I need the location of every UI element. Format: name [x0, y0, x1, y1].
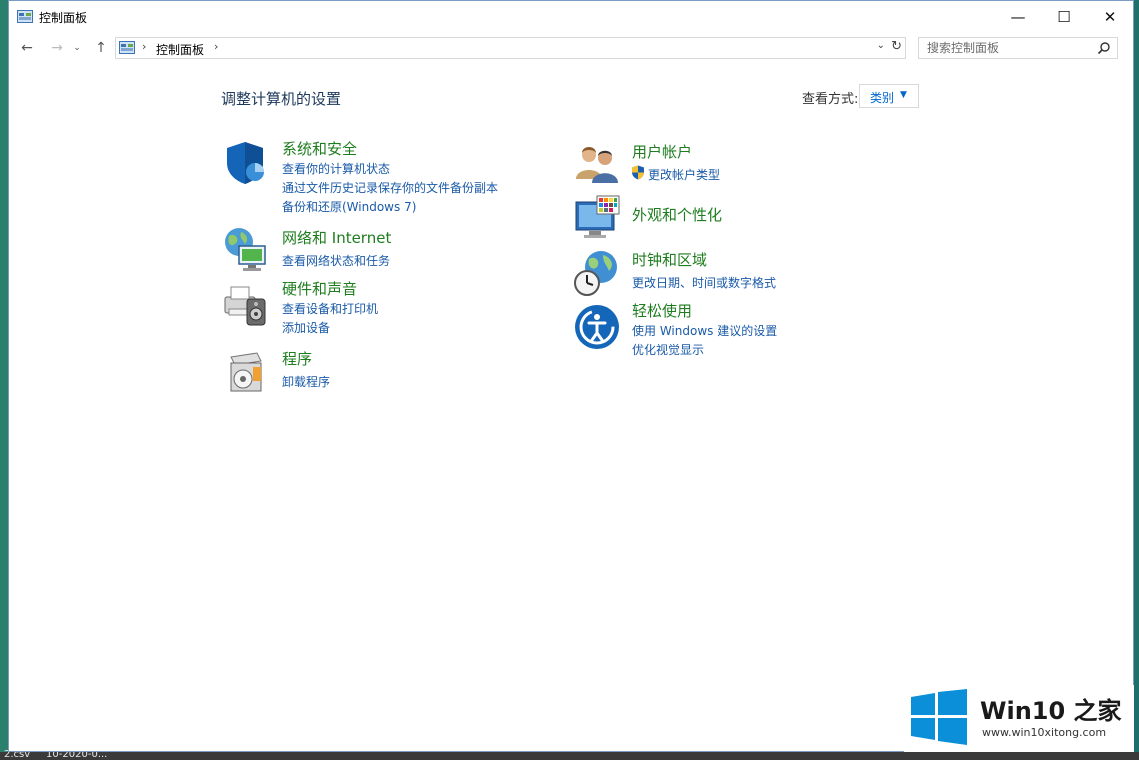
ease-of-access-icon[interactable]: [573, 303, 621, 351]
forward-button[interactable]: →: [45, 35, 69, 61]
window-title: 控制面板: [39, 11, 88, 25]
desktop-background: [0, 0, 8, 760]
taskbar-strip: [0, 752, 1139, 760]
link-windows-recommended-settings[interactable]: 使用 Windows 建议的设置: [632, 322, 777, 339]
maximize-button[interactable]: ☐: [1041, 1, 1087, 32]
category-hardware-sound[interactable]: 硬件和声音: [282, 278, 357, 299]
link-change-date-time-format[interactable]: 更改日期、时间或数字格式: [632, 274, 776, 291]
control-panel-icon: [17, 10, 33, 23]
category-programs[interactable]: 程序: [282, 348, 312, 369]
programs-box-icon[interactable]: [221, 347, 269, 395]
minimize-button[interactable]: —: [995, 1, 1041, 32]
category-ease-of-access[interactable]: 轻松使用: [632, 300, 692, 321]
link-network-status[interactable]: 查看网络状态和任务: [282, 252, 390, 269]
link-devices-printers[interactable]: 查看设备和打印机: [282, 300, 378, 317]
link-backup-restore[interactable]: 备份和还原(Windows 7): [282, 198, 416, 215]
link-optimize-visual-display[interactable]: 优化视觉显示: [632, 341, 704, 358]
printer-speaker-icon[interactable]: [221, 279, 269, 327]
shield-icon[interactable]: [221, 139, 269, 187]
link-file-history-backup[interactable]: 通过文件历史记录保存你的文件备份副本: [282, 179, 498, 196]
breadcrumb-separator[interactable]: ›: [142, 40, 146, 53]
category-system-security[interactable]: 系统和安全: [282, 138, 357, 159]
watermark: Win10 之家 www.win10xitong.com: [904, 685, 1134, 752]
address-bar[interactable]: › 控制面板 › ⌄ ↻: [115, 37, 906, 59]
refresh-button[interactable]: ↻: [891, 39, 902, 54]
view-by-label: 查看方式:: [802, 92, 859, 107]
title-bar[interactable]: 控制面板 — ☐ ✕: [9, 1, 1133, 32]
link-view-computer-status[interactable]: 查看你的计算机状态: [282, 160, 390, 177]
category-appearance-personalization[interactable]: 外观和个性化: [632, 204, 722, 225]
category-user-accounts[interactable]: 用户帐户: [632, 141, 692, 162]
breadcrumb-control-panel[interactable]: 控制面板: [156, 41, 204, 58]
close-button[interactable]: ✕: [1087, 1, 1133, 32]
category-clock-region[interactable]: 时钟和区域: [632, 249, 707, 270]
network-globe-icon[interactable]: [221, 226, 269, 274]
search-icon[interactable]: [1097, 41, 1111, 55]
recent-locations-button[interactable]: ⌄: [69, 35, 85, 61]
search-input[interactable]: [919, 38, 1097, 58]
link-change-account-type[interactable]: 更改帐户类型: [648, 166, 720, 183]
uac-shield-icon: [632, 165, 644, 180]
back-button[interactable]: ←: [15, 35, 39, 61]
view-by-value[interactable]: 类别: [870, 89, 894, 106]
windows-logo-icon: [911, 689, 967, 745]
control-panel-window: 控制面板 — ☐ ✕ ← → ⌄ ↑ › 控制面板 › ⌄ ↻ 搜索控制面板 调…: [8, 0, 1134, 752]
category-network-internet[interactable]: 网络和 Internet: [282, 227, 391, 248]
up-button[interactable]: ↑: [89, 35, 113, 61]
page-title: 调整计算机的设置: [221, 90, 342, 108]
view-by-dropdown[interactable]: 类别 ▼: [859, 84, 919, 108]
dropdown-arrow-icon[interactable]: ▼: [900, 90, 907, 100]
address-dropdown-button[interactable]: ⌄: [877, 40, 885, 51]
link-add-device[interactable]: 添加设备: [282, 319, 330, 336]
clock-globe-icon[interactable]: [573, 249, 621, 297]
control-panel-icon: [119, 41, 135, 54]
search-box[interactable]: [918, 37, 1118, 59]
users-icon[interactable]: [573, 139, 621, 187]
navigation-bar: ← → ⌄ ↑ › 控制面板 › ⌄ ↻: [9, 35, 1133, 61]
watermark-title: Win10 之家: [980, 697, 1122, 725]
breadcrumb-separator[interactable]: ›: [214, 40, 218, 53]
display-personalization-icon[interactable]: [573, 194, 621, 242]
watermark-url: www.win10xitong.com: [982, 726, 1107, 739]
link-uninstall-program[interactable]: 卸载程序: [282, 373, 330, 390]
